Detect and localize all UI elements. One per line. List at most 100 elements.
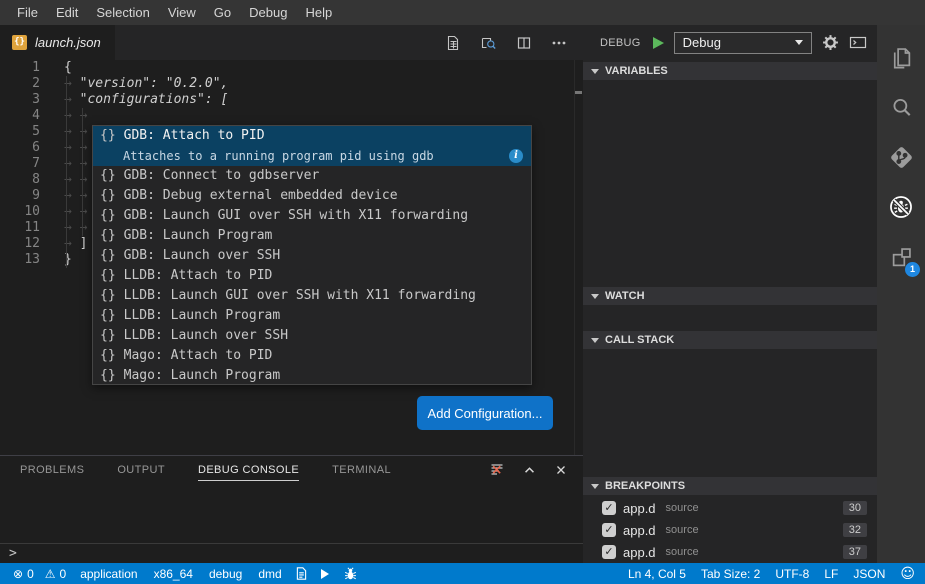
line-number: 3 (0, 92, 40, 108)
status-item-debug[interactable]: debug (209, 567, 242, 581)
editor-line[interactable]: 1{ (0, 60, 583, 76)
status-item-x86_64[interactable]: x86_64 (154, 567, 193, 581)
menu-item-debug[interactable]: Debug (240, 5, 296, 20)
status-item-application[interactable]: application (80, 567, 137, 581)
code-editor[interactable]: 1{2→ "version": "0.2.0",3→ "configuratio… (0, 60, 583, 455)
line-content: → ] (40, 236, 87, 252)
suggest-item[interactable]: {}GDB: Debug external embedded device (93, 186, 531, 206)
error-count: 0 (27, 567, 34, 581)
menu-item-file[interactable]: File (8, 5, 47, 20)
menu-item-go[interactable]: Go (205, 5, 240, 20)
suggest-item[interactable]: {}GDB: Launch Program (93, 226, 531, 246)
add-configuration-button[interactable]: Add Configuration... (417, 396, 553, 430)
debug-sidebar: DEBUG Debug (583, 25, 877, 563)
document-icon[interactable] (296, 567, 307, 580)
split-editor-icon[interactable] (516, 35, 532, 51)
suggest-widget: {} GDB: Attach to PID Attaches to a runn… (92, 125, 532, 385)
status-right-items: Ln 4, Col 5 Tab Size: 2 UTF-8 LF JSON (628, 567, 885, 581)
suggest-item[interactable]: {}LLDB: Launch over SSH (93, 326, 531, 346)
menu-item-view[interactable]: View (159, 5, 205, 20)
workbench: {} launch.json (0, 25, 925, 563)
status-item-lf[interactable]: LF (824, 567, 838, 581)
whitespace-arrows: → → (64, 108, 95, 123)
section-call-stack[interactable]: CALL STACK (583, 331, 877, 349)
snippet-icon: {} (100, 308, 116, 324)
suggest-item-selected[interactable]: {} GDB: Attach to PID Attaches to a runn… (93, 126, 531, 166)
twisty-icon (591, 294, 599, 299)
breakpoint-checkbox[interactable]: ✓ (602, 545, 616, 559)
panel-tab-problems[interactable]: PROBLEMS (20, 464, 84, 481)
suggest-item-label: Mago: Launch Program (124, 368, 281, 384)
breakpoint-row[interactable]: ✓app.dsource30 (583, 497, 877, 519)
clear-console-icon[interactable] (489, 462, 505, 483)
problems-status[interactable]: ⊗ 0 ⚠ 0 (13, 567, 66, 581)
info-icon[interactable]: i (509, 149, 523, 163)
line-number: 11 (0, 220, 40, 236)
panel-tab-output[interactable]: OUTPUT (117, 464, 165, 481)
menu-item-edit[interactable]: Edit (47, 5, 87, 20)
line-number: 5 (0, 124, 40, 140)
tab-launch-json[interactable]: {} launch.json (0, 25, 115, 60)
source-control-icon[interactable] (877, 132, 925, 182)
suggest-item[interactable]: {}LLDB: Attach to PID (93, 266, 531, 286)
menu-item-help[interactable]: Help (296, 5, 341, 20)
start-debugging-icon[interactable] (653, 37, 664, 49)
editor-line[interactable]: 4→ → (0, 108, 583, 124)
open-debug-console-icon[interactable] (849, 35, 867, 50)
explorer-icon[interactable] (877, 32, 925, 82)
panel-tab-debug-console[interactable]: DEBUG CONSOLE (198, 464, 299, 481)
suggest-list: {}GDB: Connect to gdbserver{}GDB: Debug … (93, 166, 531, 386)
console-prompt: > (9, 546, 17, 561)
breakpoint-row[interactable]: ✓app.dsource37 (583, 541, 877, 563)
maximize-panel-icon[interactable] (522, 463, 537, 482)
panel-tab-terminal[interactable]: TERMINAL (332, 464, 391, 481)
status-item-utf-8[interactable]: UTF-8 (775, 567, 809, 581)
debug-console-input[interactable]: > (0, 543, 583, 563)
suggest-item[interactable]: {}Mago: Launch Program (93, 366, 531, 386)
editor-line[interactable]: 2→ "version": "0.2.0", (0, 76, 583, 92)
section-watch[interactable]: WATCH (583, 287, 877, 305)
more-actions-icon[interactable] (551, 35, 567, 51)
twisty-icon (591, 484, 599, 489)
configure-gear-icon[interactable] (822, 34, 839, 51)
suggest-item-label: Mago: Attach to PID (124, 348, 273, 364)
bug-icon[interactable] (343, 567, 358, 581)
close-panel-icon[interactable] (554, 463, 568, 482)
line-number: 2 (0, 76, 40, 92)
status-item-json[interactable]: JSON (853, 567, 885, 581)
menu-item-selection[interactable]: Selection (87, 5, 158, 20)
status-item-ln-4-col-5[interactable]: Ln 4, Col 5 (628, 567, 686, 581)
breakpoint-checkbox[interactable]: ✓ (602, 501, 616, 515)
debug-configuration-select[interactable]: Debug (674, 32, 812, 54)
section-variables[interactable]: VARIABLES (583, 62, 877, 80)
find-in-file-icon[interactable] (480, 35, 497, 51)
suggest-item-label: LLDB: Launch Program (124, 308, 281, 324)
line-content: { (40, 60, 72, 76)
suggest-item[interactable]: {}Mago: Attach to PID (93, 346, 531, 366)
selected-configuration: Debug (683, 35, 721, 50)
suggest-item[interactable]: {}LLDB: Launch GUI over SSH with X11 for… (93, 286, 531, 306)
document-grid-icon[interactable] (445, 35, 461, 51)
run-icon[interactable] (321, 569, 329, 579)
breakpoint-checkbox[interactable]: ✓ (602, 523, 616, 537)
editor-group: {} launch.json (0, 25, 583, 563)
debug-icon[interactable] (877, 182, 925, 232)
editor-line[interactable]: 3→ "configurations": [ (0, 92, 583, 108)
suggest-item[interactable]: {}GDB: Connect to gdbserver (93, 166, 531, 186)
suggest-item[interactable]: {} LLDB: Launch Program (93, 306, 531, 326)
status-item-dmd[interactable]: dmd (258, 567, 281, 581)
search-icon[interactable] (877, 82, 925, 132)
section-label: WATCH (605, 290, 645, 302)
breakpoint-row[interactable]: ✓app.dsource32 (583, 519, 877, 541)
status-left-items: application x86_64 debug dmd (80, 567, 281, 581)
suggest-item[interactable]: {}GDB: Launch over SSH (93, 246, 531, 266)
suggest-item-label: GDB: Debug external embedded device (124, 188, 398, 204)
suggest-item[interactable]: {}GDB: Launch GUI over SSH with X11 forw… (93, 206, 531, 226)
json-file-icon: {} (12, 35, 27, 50)
tab-bar: {} launch.json (0, 25, 583, 60)
feedback-smiley-icon[interactable]: ☺ (900, 566, 915, 582)
section-breakpoints[interactable]: BREAKPOINTS (583, 477, 877, 495)
indent-guide (66, 76, 67, 268)
status-item-tab-size-2[interactable]: Tab Size: 2 (701, 567, 760, 581)
extensions-icon[interactable]: 1 (877, 232, 925, 282)
